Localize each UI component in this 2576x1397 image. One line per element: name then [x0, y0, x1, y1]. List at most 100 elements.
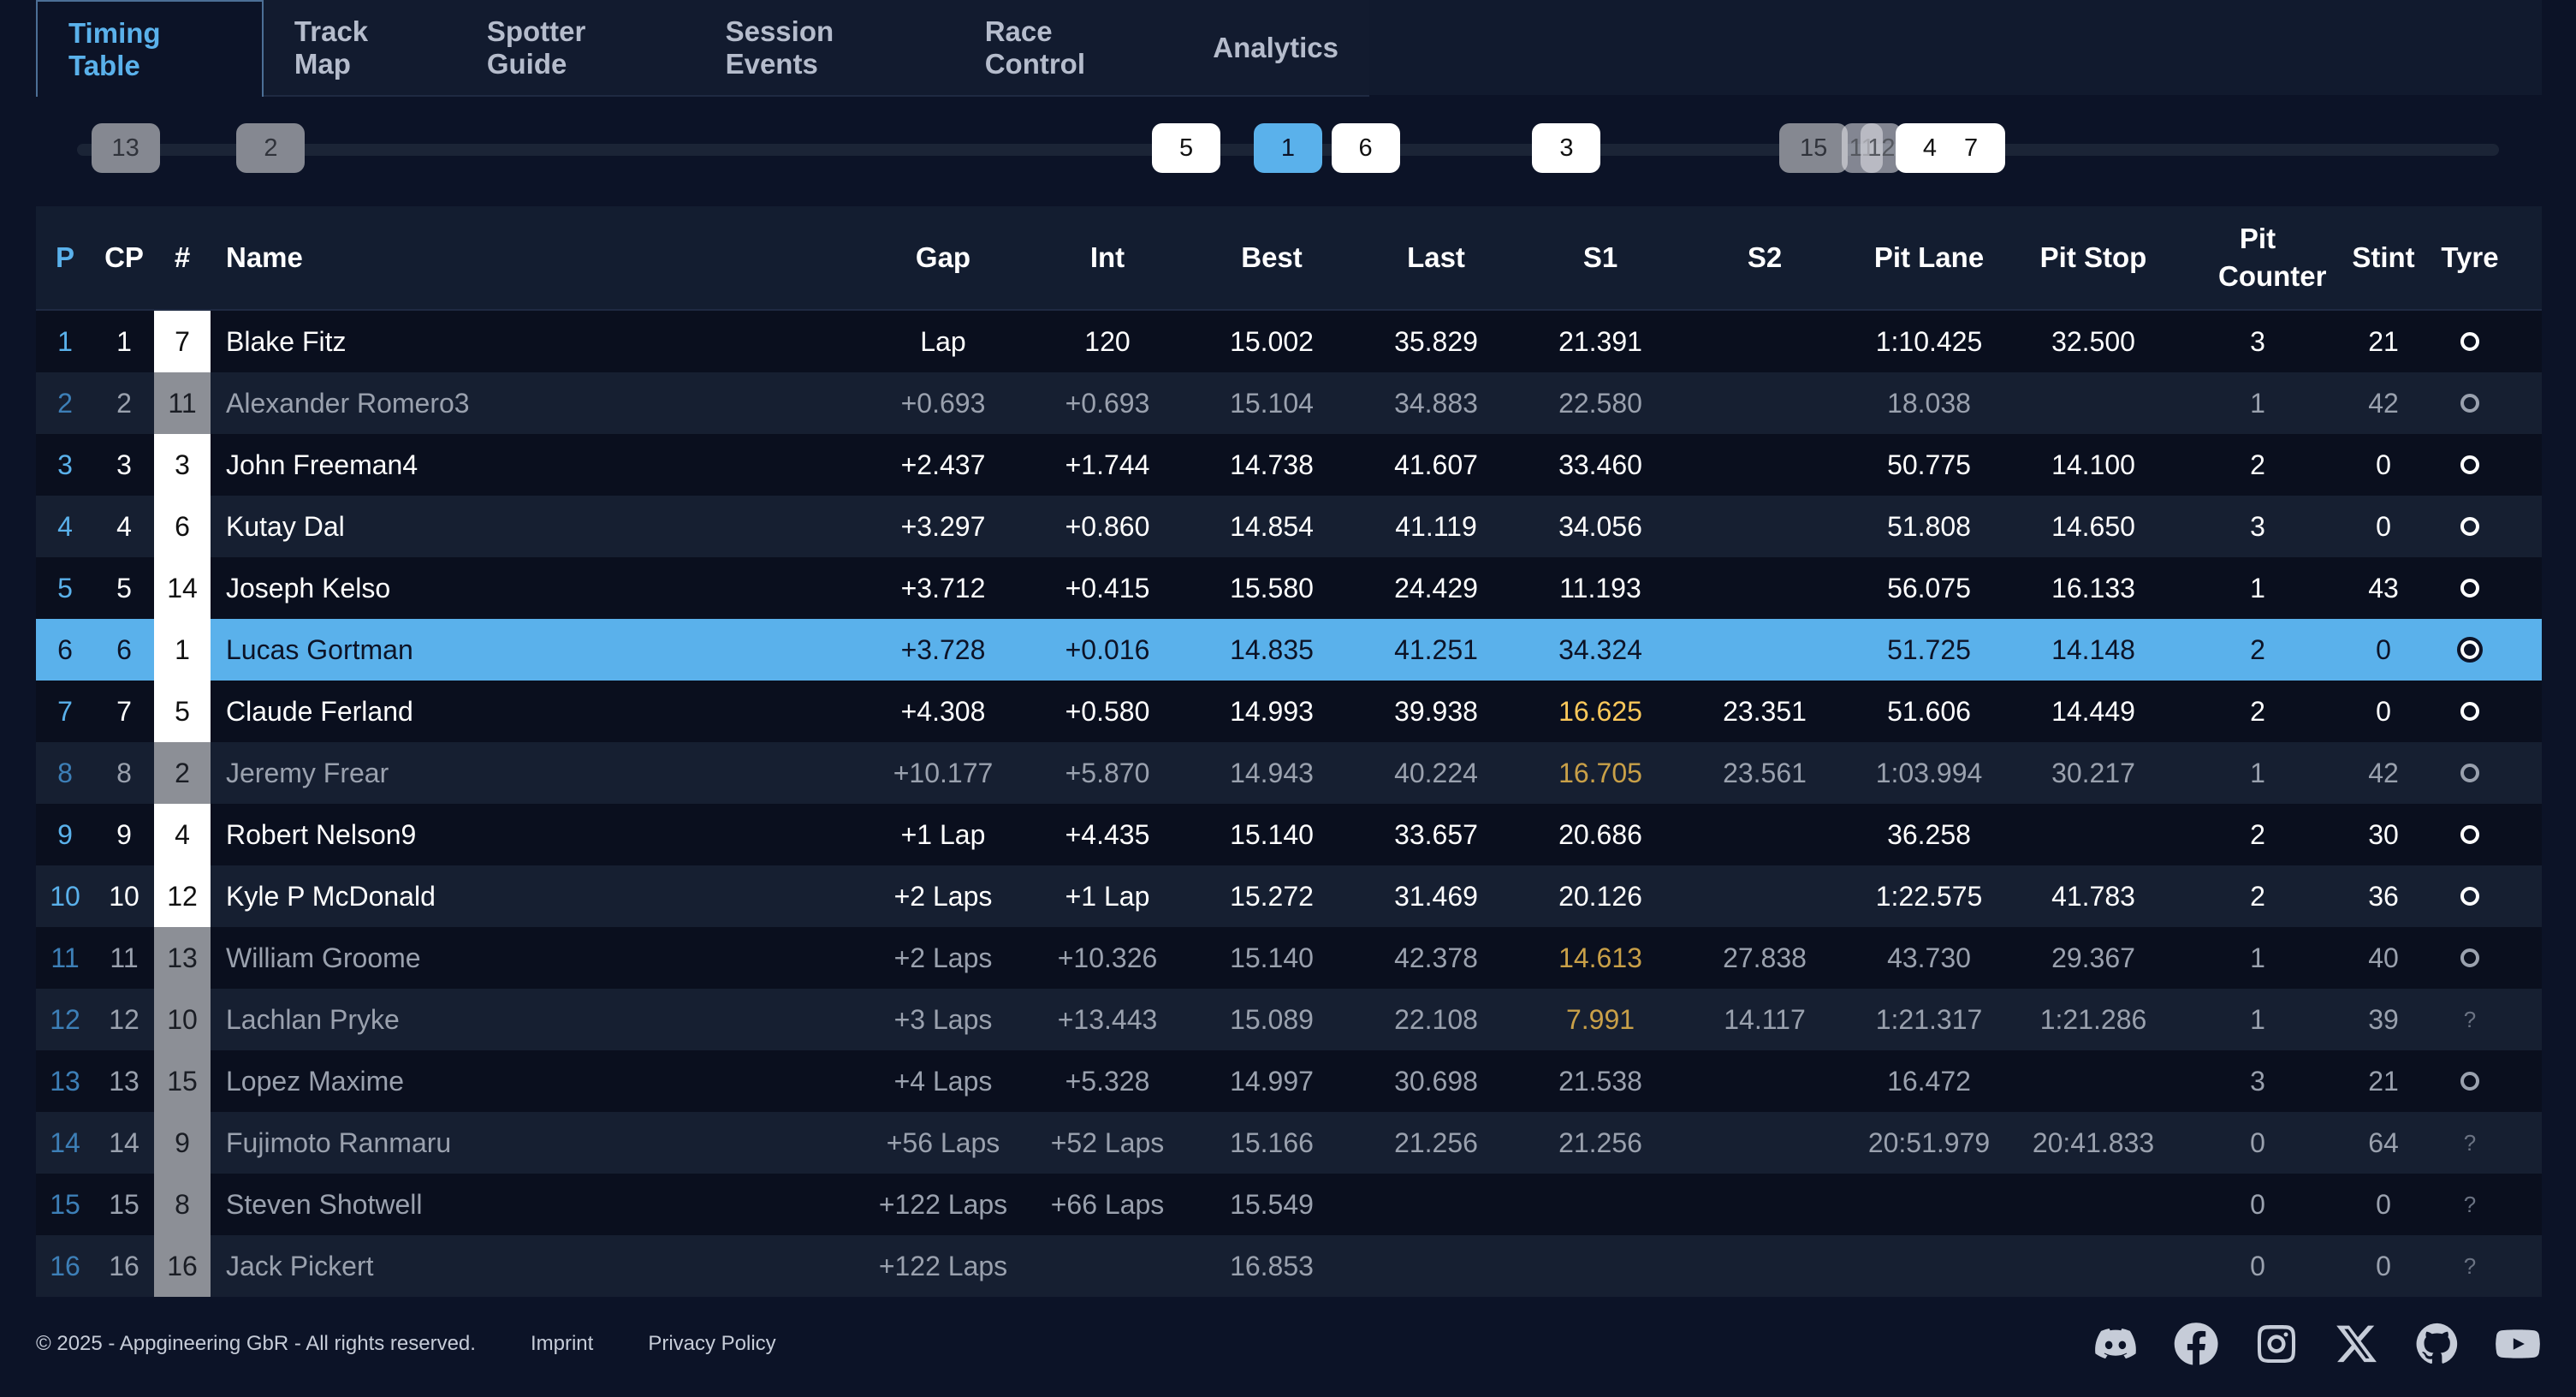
interval-cell: +66 Laps [1050, 1188, 1165, 1220]
tyre-cell [2427, 517, 2513, 536]
class-position-cell: 10 [109, 880, 139, 912]
best-lap-cell: 15.140 [1230, 818, 1314, 850]
sector1-cell: 21.538 [1558, 1065, 1642, 1097]
position-marker[interactable]: 15 [1779, 123, 1849, 173]
position-marker[interactable]: 1 [1254, 123, 1322, 173]
header-car-number[interactable]: # [154, 239, 211, 276]
sector1-cell: 34.324 [1558, 633, 1642, 665]
pit-counter-cell: 2 [2250, 880, 2265, 912]
interval-cell: +0.016 [1065, 633, 1150, 665]
last-lap-cell: 24.429 [1394, 572, 1478, 603]
header-class-position[interactable]: CP [94, 239, 154, 276]
header-position[interactable]: P [36, 239, 94, 276]
tab-timing-table[interactable]: Timing Table [36, 0, 264, 97]
tab-spotter-guide[interactable]: Spotter Guide [456, 0, 695, 95]
header-tyre[interactable]: Tyre [2427, 239, 2513, 276]
header-pit-stop[interactable]: Pit Stop [2011, 239, 2175, 276]
privacy-policy-link[interactable]: Privacy Policy [648, 1332, 775, 1356]
best-lap-cell: 15.580 [1230, 572, 1314, 603]
instagram-icon[interactable] [2253, 1320, 2300, 1368]
x-icon[interactable] [2333, 1320, 2381, 1368]
table-row[interactable]: 14 14 9 Fujimoto Ranmaru +56 Laps +52 Laps 15.… [36, 1112, 2542, 1174]
class-position-cell: 7 [116, 695, 132, 727]
pit-stop-cell: 20:41.833 [2032, 1127, 2155, 1158]
github-icon[interactable] [2413, 1320, 2461, 1368]
pit-lane-cell: 51.808 [1887, 510, 1971, 542]
stint-cell: 42 [2368, 757, 2399, 788]
table-body: 1 1 7 Blake Fitz Lap 120 15.002 35.829 21.391 1:1… [36, 311, 2542, 1297]
car-number-cell: 9 [154, 1112, 211, 1174]
pit-counter-cell: 1 [2250, 757, 2265, 788]
imprint-link[interactable]: Imprint [531, 1332, 593, 1356]
tab-session-events[interactable]: Session Events [695, 0, 954, 95]
car-number-cell: 15 [154, 1050, 211, 1112]
header-s1[interactable]: S1 [1518, 239, 1683, 276]
tab-race-control[interactable]: Race Control [954, 0, 1183, 95]
header-gap[interactable]: Gap [861, 239, 1025, 276]
table-row[interactable]: 15 15 8 Steven Shotwell +122 Laps +66 Laps 15.… [36, 1174, 2542, 1235]
table-row[interactable]: 4 4 6 Kutay Dal +3.297 +0.860 14.854 41.119 34.0… [36, 496, 2542, 557]
table-row[interactable]: 7 7 5 Claude Ferland +4.308 +0.580 14.993 39.93… [36, 681, 2542, 742]
table-row[interactable]: 1 1 7 Blake Fitz Lap 120 15.002 35.829 21.391 1:1… [36, 311, 2542, 372]
table-row[interactable]: 3 3 3 John Freeman4 +2.437 +1.744 14.738 41.607… [36, 434, 2542, 496]
header-s2[interactable]: S2 [1683, 239, 1847, 276]
driver-name-cell: Robert Nelson9 [226, 818, 417, 850]
table-row[interactable]: 8 8 2 Jeremy Frear +10.177 +5.870 14.943 40.224… [36, 742, 2542, 804]
facebook-icon[interactable] [2172, 1320, 2220, 1368]
position-marker[interactable]: 7 [1937, 123, 2006, 173]
header-name[interactable]: Name [211, 239, 861, 276]
stint-cell: 21 [2368, 1065, 2399, 1097]
position-marker[interactable]: 13 [91, 123, 160, 173]
discord-icon[interactable] [2092, 1320, 2140, 1368]
table-row[interactable]: 2 2 11 Alexander Romero3 +0.693 +0.693 15.104 3… [36, 372, 2542, 434]
car-number-cell: 3 [154, 434, 211, 496]
header-pit-counter[interactable]: Pit Counter [2175, 220, 2340, 295]
table-row[interactable]: 12 12 10 Lachlan Pryke +3 Laps +13.443 15.089 2… [36, 989, 2542, 1050]
tab-bar: Timing Table Track Map Spotter Guide Ses… [36, 0, 1369, 97]
interval-cell: +5.328 [1065, 1065, 1150, 1097]
position-cell: 12 [50, 1003, 80, 1035]
position-marker[interactable]: 6 [1331, 123, 1400, 173]
position-marker[interactable]: 3 [1532, 123, 1601, 173]
position-marker[interactable]: 5 [1152, 123, 1221, 173]
youtube-icon[interactable] [2494, 1320, 2542, 1368]
table-row[interactable]: 9 9 4 Robert Nelson9 +1 Lap +4.435 15.140 33.65… [36, 804, 2542, 865]
class-position-cell: 6 [116, 633, 132, 665]
position-cell: 11 [50, 942, 80, 973]
table-header: P CP # Name Gap Int Best Last S1 S2 Pit … [36, 206, 2542, 311]
tyre-compound-icon [2457, 637, 2483, 663]
pit-lane-cell: 43.730 [1887, 942, 1971, 973]
header-interval[interactable]: Int [1025, 239, 1190, 276]
car-number-cell: 1 [154, 619, 211, 681]
table-row[interactable]: 11 11 13 William Groome +2 Laps +10.326 15.140… [36, 927, 2542, 989]
position-marker[interactable]: 2 [236, 123, 306, 173]
tyre-cell: ? [2427, 1130, 2513, 1156]
tyre-compound-icon [2460, 702, 2479, 721]
tab-analytics[interactable]: Analytics [1182, 0, 1369, 95]
table-row[interactable]: 16 16 16 Jack Pickert +122 Laps 16.853 0 0? [36, 1235, 2542, 1297]
position-cell: 2 [57, 387, 73, 419]
table-row[interactable]: 10 10 12 Kyle P McDonald +2 Laps +1 Lap 15.272… [36, 865, 2542, 927]
pit-lane-cell: 50.775 [1887, 449, 1971, 480]
tab-track-map[interactable]: Track Map [264, 0, 456, 95]
class-position-cell: 14 [109, 1127, 139, 1158]
driver-name-cell: Lucas Gortman [226, 633, 413, 665]
sector2-cell: 27.838 [1723, 942, 1807, 973]
pit-stop-cell: 1:21.286 [2039, 1003, 2147, 1035]
header-last[interactable]: Last [1354, 239, 1518, 276]
header-best[interactable]: Best [1190, 239, 1354, 276]
class-position-cell: 3 [116, 449, 132, 480]
table-row[interactable]: 6 6 1 Lucas Gortman +3.728 +0.016 14.835 41.251… [36, 619, 2542, 681]
car-number-cell: 10 [154, 989, 211, 1050]
sector1-cell: 20.686 [1558, 818, 1642, 850]
table-row[interactable]: 5 5 14 Joseph Kelso +3.712 +0.415 15.580 24.429… [36, 557, 2542, 619]
pit-stop-cell: 14.449 [2051, 695, 2135, 727]
best-lap-cell: 15.002 [1230, 325, 1314, 357]
class-position-cell: 8 [116, 757, 132, 788]
header-pit-lane[interactable]: Pit Lane [1847, 239, 2011, 276]
gap-cell: +3 Laps [893, 1003, 993, 1035]
header-stint[interactable]: Stint [2340, 239, 2427, 276]
last-lap-cell: 39.938 [1394, 695, 1478, 727]
table-row[interactable]: 13 13 15 Lopez Maxime +4 Laps +5.328 14.997 30.… [36, 1050, 2542, 1112]
tyre-cell: ? [2427, 1007, 2513, 1033]
